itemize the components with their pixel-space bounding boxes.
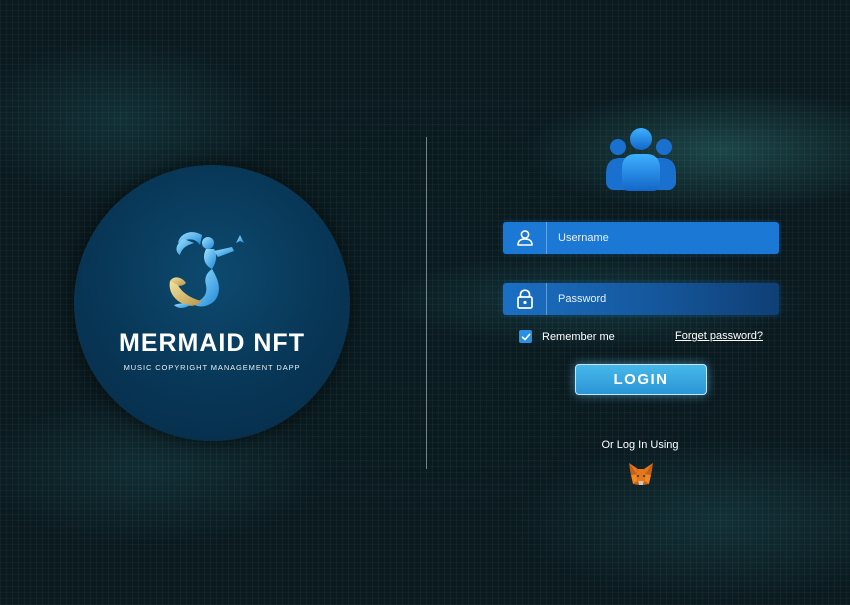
password-input[interactable] bbox=[547, 283, 779, 315]
user-icon bbox=[503, 222, 547, 254]
brand-tagline: MUSIC COPYRIGHT MANAGEMENT DAPP bbox=[123, 363, 301, 372]
password-field-group bbox=[503, 283, 779, 315]
remember-me[interactable]: Remember me bbox=[519, 330, 615, 343]
remember-me-label: Remember me bbox=[542, 330, 615, 343]
remember-me-checkbox[interactable] bbox=[519, 330, 532, 343]
vertical-divider bbox=[426, 137, 427, 469]
metamask-fox-icon[interactable] bbox=[628, 462, 654, 487]
forgot-password-link[interactable]: Forget password? bbox=[675, 330, 763, 342]
username-input[interactable] bbox=[547, 222, 779, 254]
brand-title: MERMAID NFT bbox=[119, 329, 305, 357]
username-field-group bbox=[503, 222, 779, 254]
users-group-icon bbox=[606, 128, 676, 191]
alt-login-text: Or Log In Using bbox=[601, 439, 679, 451]
check-icon bbox=[521, 333, 530, 340]
lock-icon bbox=[503, 283, 547, 315]
mermaid-icon bbox=[169, 232, 244, 308]
brand-logo: MERMAID NFT MUSIC COPYRIGHT MANAGEMENT D… bbox=[74, 165, 350, 441]
login-button[interactable]: LOGIN bbox=[575, 364, 707, 395]
